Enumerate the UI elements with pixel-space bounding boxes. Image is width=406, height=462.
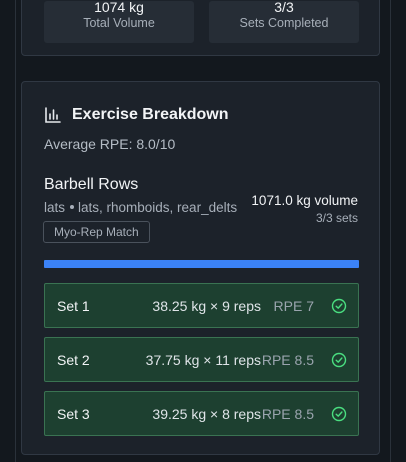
set-rpe: RPE 7 [273, 298, 314, 314]
set-row[interactable]: Set 3 39.25 kg × 8 reps RPE 8.5 [44, 391, 359, 436]
total-volume-value: 1074 kg [94, 0, 144, 15]
sets-completed-value: 3/3 [274, 0, 294, 15]
check-circle-icon [331, 298, 347, 314]
total-volume-stat: 1074 kg Total Volume [44, 0, 194, 43]
set-label: Set 1 [57, 298, 90, 314]
average-rpe: Average RPE: 8.0/10 [44, 136, 176, 152]
set-rpe: RPE 8.5 [261, 352, 314, 368]
bar-chart-icon [45, 107, 61, 123]
exercise-breakdown-card: Exercise Breakdown Average RPE: 8.0/10 B… [21, 81, 380, 455]
exercise-sets-summary: 3/3 sets [315, 211, 358, 225]
set-label: Set 2 [57, 352, 90, 368]
exercise-muscles: lats lats, rhomboids, rear_delts [44, 200, 237, 215]
technique-badge: Myo-Rep Match [43, 221, 150, 243]
sets-completed-label: Sets Completed [239, 16, 329, 30]
exercise-volume: 1071.0 kg volume [251, 193, 358, 208]
set-weight-reps: 38.25 kg × 9 reps [152, 298, 261, 314]
set-weight-reps: 39.25 kg × 8 reps [152, 406, 261, 422]
frame-divider-right [390, 0, 391, 462]
sets-completed-stat: 3/3 Sets Completed [209, 0, 359, 43]
frame-divider-left [15, 0, 16, 462]
separator-dot [70, 205, 75, 210]
exercise-progress-bar [44, 260, 359, 268]
set-label: Set 3 [57, 406, 90, 422]
muscle-list: lats, rhomboids, rear_delts [78, 200, 238, 215]
set-rpe: RPE 8.5 [261, 406, 314, 422]
exercise-name: Barbell Rows [44, 176, 139, 193]
set-row[interactable]: Set 2 37.75 kg × 11 reps RPE 8.5 [44, 337, 359, 382]
workout-stats-card: 1074 kg Total Volume 3/3 Sets Completed [21, 0, 380, 56]
check-circle-icon [331, 406, 347, 422]
total-volume-label: Total Volume [83, 16, 155, 30]
set-weight-reps: 37.75 kg × 11 reps [145, 352, 261, 368]
workout-summary-page: 1074 kg Total Volume 3/3 Sets Completed … [0, 0, 406, 462]
breakdown-header: Exercise Breakdown [44, 104, 229, 126]
set-row[interactable]: Set 1 38.25 kg × 9 reps RPE 7 [44, 283, 359, 328]
check-circle-icon [331, 352, 347, 368]
breakdown-title: Exercise Breakdown [72, 106, 229, 123]
progress-fill [44, 260, 359, 268]
primary-muscle: lats [44, 200, 66, 215]
